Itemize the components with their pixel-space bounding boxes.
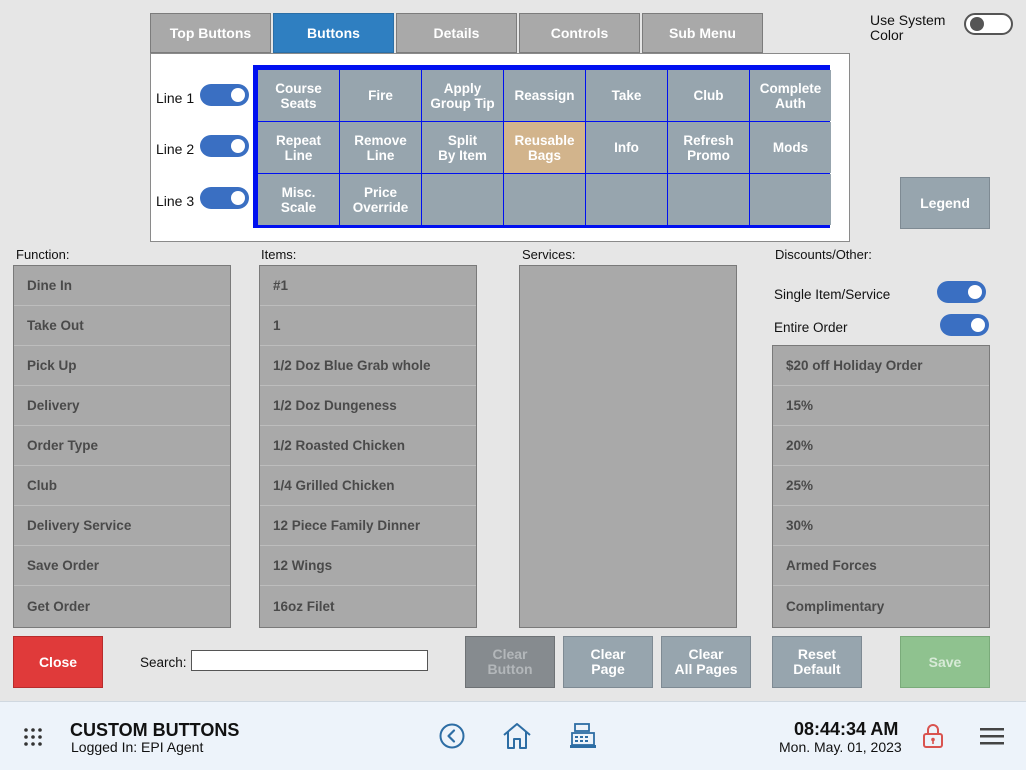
line-1-toggle[interactable]: [200, 84, 249, 106]
function-item-take-out[interactable]: Take Out: [14, 306, 230, 346]
list-item[interactable]: Complimentary: [773, 586, 989, 626]
services-list[interactable]: [519, 265, 737, 628]
services-label: Services:: [522, 247, 576, 262]
grid-button-apply-group-tip[interactable]: Apply Group Tip: [422, 70, 503, 121]
line-1-label: Line 1: [156, 90, 195, 106]
reset-default-button[interactable]: Reset Default: [772, 636, 862, 688]
list-item[interactable]: 1/4 Grilled Chicken: [260, 466, 476, 506]
grid-button-info[interactable]: Info: [586, 122, 667, 173]
use-system-color-label: Use System Color: [870, 12, 946, 43]
clock-time: 08:44:34 AM: [794, 719, 899, 739]
line-2-label: Line 2: [156, 141, 195, 157]
grid-button-mods[interactable]: Mods: [750, 122, 831, 173]
line-3-label: Line 3: [156, 193, 195, 209]
discounts-label: Discounts/Other:: [775, 247, 872, 262]
grid-button-empty[interactable]: [668, 174, 749, 225]
function-list: Dine In Take Out Pick Up Delivery Order …: [13, 265, 231, 628]
grid-button-club[interactable]: Club: [668, 70, 749, 121]
list-item[interactable]: 12 Piece Family Dinner: [260, 506, 476, 546]
function-item-delivery-service[interactable]: Delivery Service: [14, 506, 230, 546]
grid-button-remove-line[interactable]: Remove Line: [340, 122, 421, 173]
clear-button-button[interactable]: Clear Button: [465, 636, 555, 688]
grid-button-repeat-line[interactable]: Repeat Line: [258, 122, 339, 173]
search-label: Search:: [140, 655, 187, 670]
grid-button-split-by-item[interactable]: Split By Item: [422, 122, 503, 173]
list-item[interactable]: 1/2 Roasted Chicken: [260, 426, 476, 466]
use-system-color-toggle[interactable]: [964, 13, 1013, 35]
list-item[interactable]: 1/2 Doz Dungeness: [260, 386, 476, 426]
home-icon[interactable]: [502, 721, 532, 756]
list-item[interactable]: 25%: [773, 466, 989, 506]
tab-controls[interactable]: Controls: [519, 13, 640, 53]
grid-button-refresh-promo[interactable]: Refresh Promo: [668, 122, 749, 173]
list-item[interactable]: 1: [260, 306, 476, 346]
grid-button-course-seats[interactable]: Course Seats: [258, 70, 339, 121]
line-3-toggle[interactable]: [200, 187, 249, 209]
function-item-pick-up[interactable]: Pick Up: [14, 346, 230, 386]
function-label: Function:: [16, 247, 70, 262]
clear-all-pages-button[interactable]: Clear All Pages: [661, 636, 751, 688]
grid-button-complete-auth[interactable]: Complete Auth: [750, 70, 831, 121]
legend-button[interactable]: Legend: [900, 177, 990, 229]
items-label: Items:: [261, 247, 297, 262]
function-item-save-order[interactable]: Save Order: [14, 546, 230, 586]
apps-grid-icon[interactable]: [23, 727, 43, 747]
menu-icon[interactable]: [980, 726, 1004, 751]
grid-button-fire[interactable]: Fire: [340, 70, 421, 121]
footer-bar: CUSTOM BUTTONS Logged In: EPI Agent 08:4…: [0, 701, 1026, 770]
list-item[interactable]: 1/2 Doz Blue Grab whole: [260, 346, 476, 386]
function-item-dine-in[interactable]: Dine In: [14, 266, 230, 306]
page-title: CUSTOM BUTTONS: [70, 720, 240, 740]
function-item-order-type[interactable]: Order Type: [14, 426, 230, 466]
function-item-club[interactable]: Club: [14, 466, 230, 506]
list-item[interactable]: 15%: [773, 386, 989, 426]
line-2-toggle[interactable]: [200, 135, 249, 157]
tab-top-buttons[interactable]: Top Buttons: [150, 13, 271, 53]
close-button[interactable]: Close: [13, 636, 103, 688]
list-item[interactable]: 20%: [773, 426, 989, 466]
grid-button-take[interactable]: Take: [586, 70, 667, 121]
clock-date: Mon. May. 01, 2023: [779, 739, 902, 755]
logged-in-text: Logged In: EPI Agent: [71, 739, 204, 755]
lock-icon[interactable]: [922, 723, 944, 754]
list-item[interactable]: $20 off Holiday Order: [773, 346, 989, 386]
function-item-delivery[interactable]: Delivery: [14, 386, 230, 426]
list-item[interactable]: #1: [260, 266, 476, 306]
grid-button-empty[interactable]: [586, 174, 667, 225]
list-item[interactable]: 12 Wings: [260, 546, 476, 586]
list-item[interactable]: Armed Forces: [773, 546, 989, 586]
list-item[interactable]: 16oz Filet: [260, 586, 476, 626]
grid-button-price-override[interactable]: Price Override: [340, 174, 421, 225]
entire-order-label: Entire Order: [774, 320, 848, 335]
register-icon[interactable]: [569, 722, 597, 755]
search-input[interactable]: [191, 650, 428, 671]
back-icon[interactable]: [439, 723, 465, 754]
entire-order-toggle[interactable]: [940, 314, 989, 336]
grid-button-empty[interactable]: [750, 174, 831, 225]
tab-buttons[interactable]: Buttons: [273, 13, 394, 53]
single-item-service-label: Single Item/Service: [774, 287, 891, 302]
grid-button-reassign[interactable]: Reassign: [504, 70, 585, 121]
grid-button-reusable-bags[interactable]: Reusable Bags: [504, 122, 585, 173]
tab-details[interactable]: Details: [396, 13, 517, 53]
grid-button-empty[interactable]: [422, 174, 503, 225]
function-item-get-order[interactable]: Get Order: [14, 586, 230, 626]
list-item[interactable]: 30%: [773, 506, 989, 546]
tab-sub-menu[interactable]: Sub Menu: [642, 13, 763, 53]
discounts-list: $20 off Holiday Order 15% 20% 25% 30% Ar…: [772, 345, 990, 628]
grid-button-empty[interactable]: [504, 174, 585, 225]
single-item-service-toggle[interactable]: [937, 281, 986, 303]
button-grid: Course Seats Fire Apply Group Tip Reassi…: [253, 65, 831, 228]
save-button[interactable]: Save: [900, 636, 990, 688]
grid-button-misc-scale[interactable]: Misc. Scale: [258, 174, 339, 225]
items-list: #1 1 1/2 Doz Blue Grab whole 1/2 Doz Dun…: [259, 265, 477, 628]
clear-page-button[interactable]: Clear Page: [563, 636, 653, 688]
